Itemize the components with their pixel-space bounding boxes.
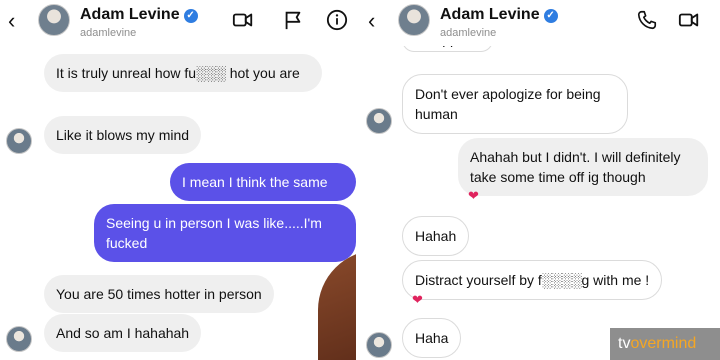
message-row: I mean I think the same	[170, 163, 356, 201]
message-row: Distract yourself by f░░░░g with me !	[402, 260, 663, 300]
message-row: And so am I hahahah	[6, 314, 202, 352]
outgoing-message[interactable]: Seeing u in person I was like.....I'm fu…	[94, 204, 356, 262]
watermark-prefix: tv	[618, 335, 631, 352]
watermark-logo: tvovermind	[610, 328, 720, 360]
verified-icon: ✓	[543, 9, 558, 23]
video-call-icon[interactable]	[678, 9, 700, 31]
incoming-message[interactable]: Haha	[402, 318, 462, 358]
contact-name-text: Adam Levine	[440, 6, 540, 23]
right-chat-screenshot: It happens ‹ Adam Levine✓ adamlevine Don…	[360, 0, 720, 360]
flag-icon[interactable]	[282, 9, 304, 31]
verified-icon: ✓	[183, 9, 198, 23]
contact-avatar[interactable]	[366, 108, 392, 134]
contact-name-text: Adam Levine	[80, 6, 180, 23]
message-row: Haha	[366, 318, 462, 358]
contact-name[interactable]: Adam Levine ✓	[440, 6, 558, 24]
contact-avatar[interactable]	[6, 128, 32, 154]
video-call-icon[interactable]	[232, 9, 254, 31]
back-arrow-icon[interactable]: ‹	[368, 8, 375, 34]
incoming-message[interactable]: You are 50 times hotter in person	[44, 275, 274, 313]
incoming-message[interactable]: It is truly unreal how fu░░░ hot you are	[44, 54, 322, 92]
left-chat-header: ‹ Adam Levine ✓ adamlevine	[0, 0, 356, 46]
message-row: Ahahah but I didn't. I will definitely t…	[458, 138, 708, 196]
outgoing-message[interactable]: Ahahah but I didn't. I will definitely t…	[458, 138, 708, 196]
right-chat-header: ‹ Adam Levine ✓ adamlevine	[360, 0, 720, 46]
message-row: Seeing u in person I was like.....I'm fu…	[94, 204, 356, 262]
contact-handle: adamlevine	[80, 27, 137, 39]
left-chat-screenshot: ‹ Adam Levine ✓ adamlevine It is truly un…	[0, 0, 356, 360]
contact-avatar[interactable]	[366, 332, 392, 358]
contact-handle: adamlevine	[440, 27, 497, 39]
heart-reaction-icon[interactable]: ❤	[412, 292, 423, 308]
outgoing-message[interactable]: I mean I think the same	[170, 163, 356, 201]
message-row: You are 50 times hotter in person	[44, 275, 274, 313]
message-row: Don't ever apologize for being human	[366, 74, 628, 134]
info-icon[interactable]	[326, 9, 348, 31]
phone-icon[interactable]	[636, 9, 658, 31]
watermark-suffix: overmind	[630, 335, 697, 352]
message-row: It is truly unreal how fu░░░ hot you are	[44, 54, 322, 92]
message-row: Hahah	[402, 216, 470, 256]
contact-name[interactable]: Adam Levine ✓	[80, 6, 198, 24]
background-photo-fragment	[318, 250, 356, 360]
header-avatar[interactable]	[38, 4, 70, 36]
message-row: Like it blows my mind	[6, 116, 202, 154]
header-avatar[interactable]	[398, 4, 430, 36]
incoming-message[interactable]: Hahah	[402, 216, 470, 256]
heart-reaction-icon[interactable]: ❤	[468, 188, 479, 204]
contact-avatar[interactable]	[6, 326, 32, 352]
incoming-message[interactable]: Distract yourself by f░░░░g with me !	[402, 260, 663, 300]
incoming-message[interactable]: Like it blows my mind	[44, 116, 202, 154]
incoming-message[interactable]: And so am I hahahah	[44, 314, 202, 352]
incoming-message[interactable]: Don't ever apologize for being human	[402, 74, 628, 134]
back-arrow-icon[interactable]: ‹	[8, 8, 15, 34]
